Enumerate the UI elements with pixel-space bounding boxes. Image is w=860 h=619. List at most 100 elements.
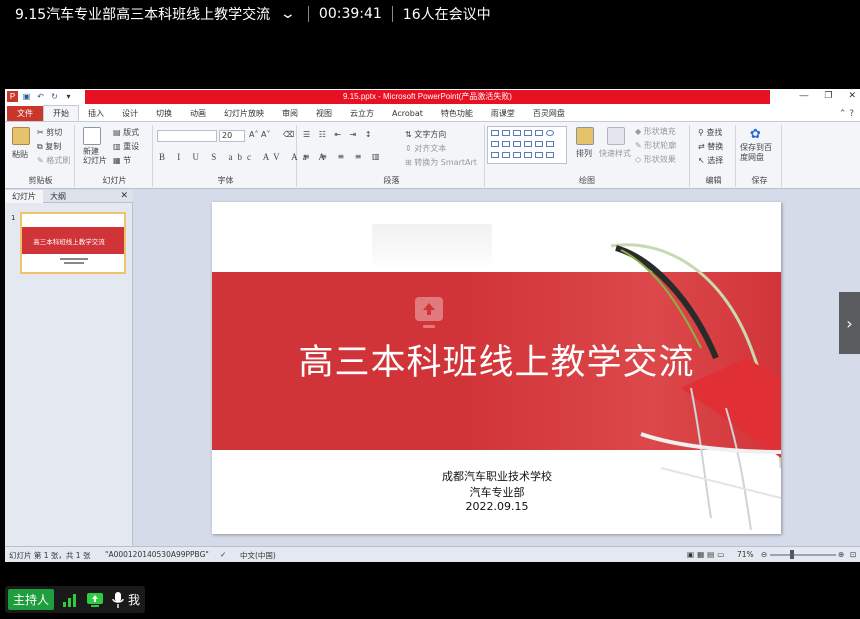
undo-icon[interactable]: ↶ [35, 91, 46, 102]
tab-home[interactable]: 开始 [43, 105, 79, 121]
arrange-icon[interactable] [576, 127, 594, 145]
chevron-down-icon[interactable]: ⌄ [280, 6, 296, 22]
save-group: ✿ 保存到百 度网盘 保存 [738, 125, 782, 187]
ppt-logo-icon: P [7, 91, 18, 102]
tab-transitions[interactable]: 切换 [147, 106, 181, 121]
thumbnail-title: 高三本科班线上教学交流 [33, 238, 105, 246]
proofing-icon[interactable]: ✓ [220, 550, 226, 559]
text-direction-button[interactable]: ⇅ 文字方向 [405, 129, 446, 140]
reset-button[interactable]: ▥ 重设 [113, 141, 139, 152]
shape-fill-button[interactable]: ◆ 形状填充 [635, 126, 676, 137]
editing-label: 编辑 [705, 176, 722, 185]
quick-styles-icon[interactable] [607, 127, 625, 145]
thumbnail-text-line [64, 262, 84, 264]
slides-group: 新建 幻灯片 ▤ 版式 ▥ 重设 ▦ 节 幻灯片 [77, 125, 153, 187]
find-button[interactable]: ⚲ 查找 [698, 127, 722, 138]
paste-icon[interactable] [12, 127, 30, 145]
section-button[interactable]: ▦ 节 [113, 155, 131, 166]
save-label: 保存 [751, 176, 768, 185]
thumbnail-number: 1 [11, 214, 16, 222]
tab-outline[interactable]: 大纲 [43, 191, 73, 202]
microphone-icon[interactable] [112, 591, 124, 609]
replace-button[interactable]: ⇄ 替换 [698, 141, 723, 152]
zoom-in-icon[interactable]: ⊕ [838, 550, 844, 559]
save-icon[interactable]: ▣ [21, 91, 32, 102]
save-to-baidu-button[interactable]: 保存到百 度网盘 [740, 143, 772, 163]
screen-share-status-icon[interactable] [86, 592, 104, 608]
font-group: 20 A˄ A˅ ⌫ B I U S abc AV Aa A 字体 [155, 125, 325, 187]
align-buttons[interactable]: ≡ ≡ ≡ ≡ ▥ [303, 152, 384, 161]
text-direction-icon: ⇅ [405, 130, 412, 139]
tab-features[interactable]: 特色功能 [432, 106, 482, 121]
font-label: 字体 [217, 176, 234, 185]
tab-slides[interactable]: 幻灯片 [5, 189, 43, 203]
shape-outline-button[interactable]: ✎ 形状轮廓 [635, 140, 676, 151]
tab-animations[interactable]: 动画 [181, 106, 215, 121]
scissors-icon: ✂ [37, 128, 44, 137]
drawing-label: 绘图 [579, 176, 595, 185]
participant-count[interactable]: 16人在会议中 [403, 4, 491, 24]
tab-review[interactable]: 审阅 [273, 106, 307, 121]
fit-slide-icon[interactable]: ⊡ [850, 550, 856, 559]
copy-button[interactable]: ⧉ 复制 [37, 141, 61, 152]
tab-insert[interactable]: 插入 [79, 106, 113, 121]
slide-thumbnail[interactable]: 高三本科班线上教学交流 [20, 212, 126, 274]
tab-slideshow[interactable]: 幻灯片放映 [215, 106, 273, 121]
self-label: 我 [128, 593, 141, 607]
close-icon[interactable]: ✕ [848, 90, 856, 101]
new-slide-icon[interactable] [83, 127, 101, 145]
binoculars-icon: ⚲ [698, 128, 704, 137]
tab-acrobat[interactable]: Acrobat [383, 106, 432, 121]
list-buttons[interactable]: ☰ ☷ ⇤ ⇥ ↕ [303, 130, 375, 139]
zoom-slider[interactable] [770, 554, 836, 556]
slides-pane: 幻灯片 大纲 ✕ 1 高三本科班线上教学交流 [5, 189, 133, 546]
close-icon[interactable]: ✕ [113, 191, 133, 201]
editing-group: ⚲ 查找 ⇄ 替换 ↖ 选择 编辑 [692, 125, 736, 187]
tab-file[interactable]: 文件 [7, 106, 43, 121]
tab-rain-classroom[interactable]: 雨课堂 [482, 106, 524, 121]
layout-button[interactable]: ▤ 版式 [113, 127, 139, 138]
tab-yunlifang[interactable]: 云立方 [341, 106, 383, 121]
slide-canvas[interactable]: 高三本科班线上教学交流 成都汽车职业技术学校 汽车专业部 2022.09.15 [212, 202, 781, 534]
minimize-icon[interactable]: — [799, 90, 808, 101]
screen-share-icon [415, 297, 443, 328]
paste-button[interactable]: 粘贴 [12, 149, 28, 160]
slide-count: 幻灯片 第 1 张，共 1 张 [9, 551, 91, 560]
shape-effects-button[interactable]: ◇ 形状效果 [635, 154, 676, 165]
meeting-timer: 00:39:41 [318, 6, 382, 22]
window-title: 9.15.pptx - Microsoft PowerPoint(产品激活失败) [85, 90, 770, 104]
cut-button[interactable]: ✂ 剪切 [37, 127, 62, 138]
zoom-level[interactable]: 71% [737, 550, 754, 559]
ribbon-minimize-icon[interactable]: ⌃ ? [839, 109, 860, 119]
arrange-button[interactable]: 排列 [576, 148, 592, 159]
zoom-slider-thumb[interactable] [790, 550, 794, 559]
tab-design[interactable]: 设计 [113, 106, 147, 121]
quick-styles-button[interactable]: 快速样式 [599, 148, 631, 159]
view-buttons[interactable]: ▣▦▤▭ [687, 550, 727, 559]
align-text-icon: ⇕ [405, 144, 412, 153]
baidu-cloud-icon[interactable]: ✿ [750, 127, 761, 142]
slide-title: 高三本科班线上教学交流 [298, 343, 695, 383]
smartart-button[interactable]: ⊞ 转换为 SmartArt [405, 157, 477, 168]
align-text-button[interactable]: ⇕ 对齐文本 [405, 143, 446, 154]
zoom-out-icon[interactable]: ⊖ [761, 550, 767, 559]
grow-font-icon[interactable]: A˄ A˅ [249, 130, 271, 139]
status-bar: 幻灯片 第 1 张，共 1 张 "A000120140530A99PPBG" ✓… [5, 546, 860, 562]
tab-view[interactable]: 视图 [307, 106, 341, 121]
slide-department: 汽车专业部 [469, 486, 525, 499]
format-painter-button[interactable]: ✎ 格式刷 [37, 155, 70, 166]
smartart-icon: ⊞ [405, 158, 412, 167]
clipboard-group: 粘贴 ✂ 剪切 ⧉ 复制 ✎ 格式刷 剪贴板 [7, 125, 75, 187]
language[interactable]: 中文(中国) [240, 550, 276, 561]
font-size-input[interactable]: 20 [219, 130, 245, 142]
font-name-input[interactable] [157, 130, 217, 142]
restore-icon[interactable]: ❐ [824, 90, 832, 101]
redo-icon[interactable]: ↻ [49, 91, 60, 102]
select-button[interactable]: ↖ 选择 [698, 155, 723, 166]
shapes-gallery[interactable] [487, 126, 567, 164]
clear-format-icon[interactable]: ⌫ [283, 130, 294, 139]
next-page-button[interactable]: › [839, 292, 860, 354]
new-slide-button[interactable]: 新建 幻灯片 [83, 147, 107, 165]
tab-baidu-netdisk[interactable]: 百灵网盘 [524, 106, 574, 121]
customize-qat-icon[interactable]: ▾ [63, 91, 74, 102]
